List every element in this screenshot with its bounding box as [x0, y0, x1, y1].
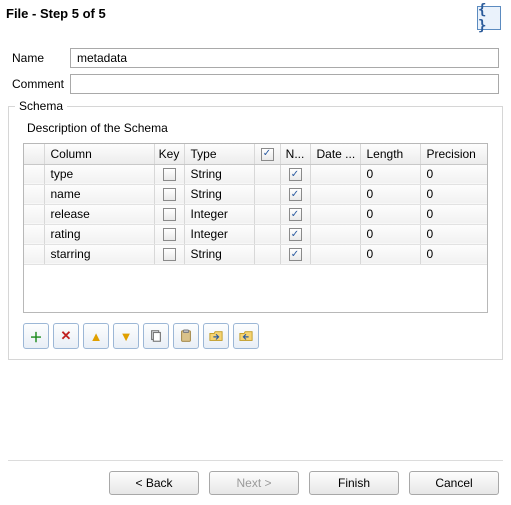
paste-icon: [179, 329, 193, 343]
cell-length[interactable]: 0: [360, 224, 420, 244]
cell-column[interactable]: name: [44, 184, 154, 204]
paste-button[interactable]: [173, 323, 199, 349]
table-row[interactable]: release Integer ✓ 00: [24, 204, 488, 224]
cell-type[interactable]: Integer: [184, 204, 254, 224]
move-down-button[interactable]: ▼: [113, 323, 139, 349]
braces-icon: { }: [477, 6, 501, 30]
cell-precision[interactable]: 0: [420, 204, 488, 224]
col-header-length[interactable]: Length: [360, 144, 420, 164]
folder-in-icon: [209, 329, 223, 343]
cell-date[interactable]: [310, 244, 360, 264]
cell-precision[interactable]: 0: [420, 224, 488, 244]
table-row[interactable]: name String ✓ 00: [24, 184, 488, 204]
cell-type[interactable]: String: [184, 184, 254, 204]
cell-n[interactable]: ✓: [280, 224, 310, 244]
cell-date[interactable]: [310, 224, 360, 244]
col-header-n[interactable]: N...: [280, 144, 310, 164]
schema-description: Description of the Schema: [27, 121, 494, 135]
comment-field[interactable]: [70, 74, 499, 94]
cell-date[interactable]: [310, 184, 360, 204]
col-header-type[interactable]: Type: [184, 144, 254, 164]
cell-column[interactable]: type: [44, 164, 154, 184]
move-up-button[interactable]: ▲: [83, 323, 109, 349]
back-button[interactable]: < Back: [109, 471, 199, 495]
cell-column[interactable]: release: [44, 204, 154, 224]
cell-n[interactable]: ✓: [280, 164, 310, 184]
next-button: Next >: [209, 471, 299, 495]
cell-date[interactable]: [310, 164, 360, 184]
cell-length[interactable]: 0: [360, 164, 420, 184]
cell-precision[interactable]: 0: [420, 184, 488, 204]
cell-key[interactable]: [154, 164, 184, 184]
cell-key[interactable]: [154, 184, 184, 204]
col-header-precision[interactable]: Precision: [420, 144, 488, 164]
cell-column[interactable]: rating: [44, 224, 154, 244]
cancel-button[interactable]: Cancel: [409, 471, 499, 495]
x-icon: ✕: [61, 328, 72, 344]
cell-date[interactable]: [310, 204, 360, 224]
cell-type[interactable]: String: [184, 244, 254, 264]
comment-label: Comment: [12, 77, 70, 91]
name-label: Name: [12, 51, 70, 65]
finish-button[interactable]: Finish: [309, 471, 399, 495]
import-button[interactable]: [203, 323, 229, 349]
cell-length[interactable]: 0: [360, 204, 420, 224]
col-header-blank[interactable]: [24, 144, 44, 164]
cell-column[interactable]: starring: [44, 244, 154, 264]
name-field[interactable]: [70, 48, 499, 68]
table-row[interactable]: rating Integer ✓ 00: [24, 224, 488, 244]
delete-button[interactable]: ✕: [53, 323, 79, 349]
schema-table: Column Key Type ✓ N... Date ... Length P…: [23, 143, 488, 313]
cell-type[interactable]: String: [184, 164, 254, 184]
schema-legend: Schema: [15, 99, 67, 113]
cell-n[interactable]: ✓: [280, 184, 310, 204]
cell-key[interactable]: [154, 224, 184, 244]
cell-precision[interactable]: 0: [420, 164, 488, 184]
col-header-column[interactable]: Column: [44, 144, 154, 164]
col-header-key[interactable]: Key: [154, 144, 184, 164]
folder-out-icon: [239, 329, 253, 343]
col-header-check[interactable]: ✓: [254, 144, 280, 164]
col-header-date[interactable]: Date ...: [310, 144, 360, 164]
cell-n[interactable]: ✓: [280, 204, 310, 224]
add-button[interactable]: ＋: [23, 323, 49, 349]
cell-type[interactable]: Integer: [184, 224, 254, 244]
arrow-up-icon: ▲: [90, 329, 103, 344]
cell-precision[interactable]: 0: [420, 244, 488, 264]
cell-key[interactable]: [154, 204, 184, 224]
table-row[interactable]: starring String ✓ 00: [24, 244, 488, 264]
export-button[interactable]: [233, 323, 259, 349]
cell-n[interactable]: ✓: [280, 244, 310, 264]
copy-icon: [149, 329, 163, 343]
page-title: File - Step 5 of 5: [6, 6, 106, 21]
cell-length[interactable]: 0: [360, 244, 420, 264]
cell-key[interactable]: [154, 244, 184, 264]
cell-length[interactable]: 0: [360, 184, 420, 204]
copy-button[interactable]: [143, 323, 169, 349]
table-row[interactable]: type String ✓ 00: [24, 164, 488, 184]
arrow-down-icon: ▼: [120, 329, 133, 344]
plus-icon: ＋: [29, 327, 42, 346]
